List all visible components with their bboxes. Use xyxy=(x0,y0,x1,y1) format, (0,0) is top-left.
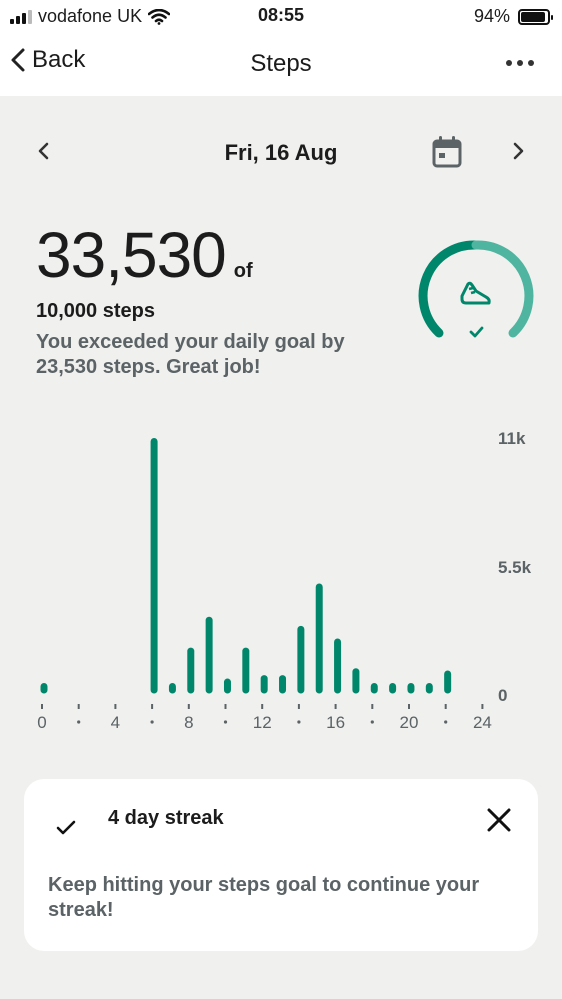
y-tick-label: 0 xyxy=(498,686,507,705)
check-icon xyxy=(469,326,484,338)
streak-message: Keep hitting your steps goal to continue… xyxy=(48,874,480,921)
x-tick-mark xyxy=(334,704,337,709)
x-tick-label: 4 xyxy=(111,713,120,732)
x-minor-tick xyxy=(444,720,448,724)
ellipsis-icon xyxy=(506,60,512,66)
streak-card: 4 day streak Keep hitting your steps goa… xyxy=(24,779,538,951)
chart-bar-hour-6 xyxy=(150,438,158,694)
hourly-steps-chart: 11k 5.5k 0 0 4 8 12 16 20 24 xyxy=(37,429,532,732)
x-tick-label: 24 xyxy=(473,713,492,732)
chart-bar-hour-8 xyxy=(187,647,195,694)
ring-arc-right xyxy=(471,240,534,338)
calendar-icon[interactable] xyxy=(430,134,464,170)
x-tick-label: 12 xyxy=(253,713,272,732)
streak-title: 4 day streak xyxy=(108,807,224,829)
goal-message: You exceeded your daily goal by 23,530 s… xyxy=(36,331,345,378)
x-tick-mark xyxy=(41,704,43,709)
y-tick-label: 11k xyxy=(498,429,526,448)
chart-bar-hour-16 xyxy=(334,638,342,694)
steps-of-label: of xyxy=(233,260,253,282)
ellipsis-icon xyxy=(528,60,534,66)
chevron-left-icon xyxy=(11,48,25,72)
back-button[interactable]: Back xyxy=(10,46,85,74)
shoe-icon xyxy=(460,281,491,305)
x-tick-mark xyxy=(371,704,374,709)
x-tick-mark xyxy=(224,704,227,709)
chart-bar-hour-18 xyxy=(370,683,378,694)
status-right: 94% xyxy=(473,6,553,27)
x-tick-label: 20 xyxy=(400,713,419,732)
battery-percent: 94% xyxy=(473,6,510,26)
chart-bar-hour-12 xyxy=(260,675,268,694)
date-navigator: Fri, 16 Aug xyxy=(0,130,562,174)
ellipsis-icon xyxy=(517,60,523,66)
x-minor-tick xyxy=(370,720,374,724)
chart-bar-hour-22 xyxy=(444,670,452,694)
date-label: Fri, 16 Aug xyxy=(224,140,338,165)
x-tick-mark xyxy=(151,704,154,709)
battery-fill xyxy=(521,11,546,22)
chart-bar-hour-0 xyxy=(40,683,48,694)
battery-icon xyxy=(518,8,553,25)
goal-progress-ring xyxy=(418,240,534,338)
y-tick-label: 5.5k xyxy=(498,558,532,577)
chart-bar-hour-21 xyxy=(425,683,433,694)
checkmark-icon xyxy=(56,820,76,835)
chart-bar-hour-20 xyxy=(407,683,415,694)
steps-total: 33,530 of xyxy=(36,218,253,292)
x-minor-tick xyxy=(150,720,154,724)
x-tick-mark xyxy=(261,704,264,709)
status-bar: vodafone UK 08:55 94% xyxy=(0,0,562,32)
previous-day-button[interactable] xyxy=(32,136,56,166)
chart-bar-hour-11 xyxy=(242,647,250,694)
chart-bar-hour-13 xyxy=(279,675,287,694)
chart-bar-hour-17 xyxy=(352,668,360,694)
x-tick-mark xyxy=(297,704,300,709)
chart-bar-hour-9 xyxy=(205,616,213,694)
chart-bar-hour-7 xyxy=(168,683,176,694)
x-tick-label: 16 xyxy=(326,713,345,732)
x-tick-mark xyxy=(444,704,447,709)
next-day-button[interactable] xyxy=(506,136,530,166)
ring-arc-left xyxy=(418,240,481,338)
steps-goal: 10,000 steps xyxy=(36,300,155,322)
nav-bar: Back Steps xyxy=(0,32,562,96)
x-tick-label: 0 xyxy=(37,713,46,732)
chart-bar-hour-19 xyxy=(389,683,397,694)
back-label: Back xyxy=(32,46,86,73)
close-icon[interactable] xyxy=(486,807,512,833)
chart-bar-hour-14 xyxy=(297,625,305,694)
x-tick-mark xyxy=(187,704,190,709)
x-minor-tick xyxy=(77,720,81,724)
x-tick-mark xyxy=(408,704,410,709)
chart-bar-hour-10 xyxy=(223,678,231,694)
x-tick-mark xyxy=(481,704,484,709)
x-minor-tick xyxy=(223,720,228,724)
more-options-button[interactable] xyxy=(500,48,540,78)
x-tick-label: 8 xyxy=(184,713,193,732)
x-minor-tick xyxy=(297,720,301,724)
x-tick-mark xyxy=(114,704,117,709)
x-tick-mark xyxy=(77,704,80,709)
steps-count: 33,530 xyxy=(36,219,227,291)
chart-bar-hour-15 xyxy=(315,583,323,694)
